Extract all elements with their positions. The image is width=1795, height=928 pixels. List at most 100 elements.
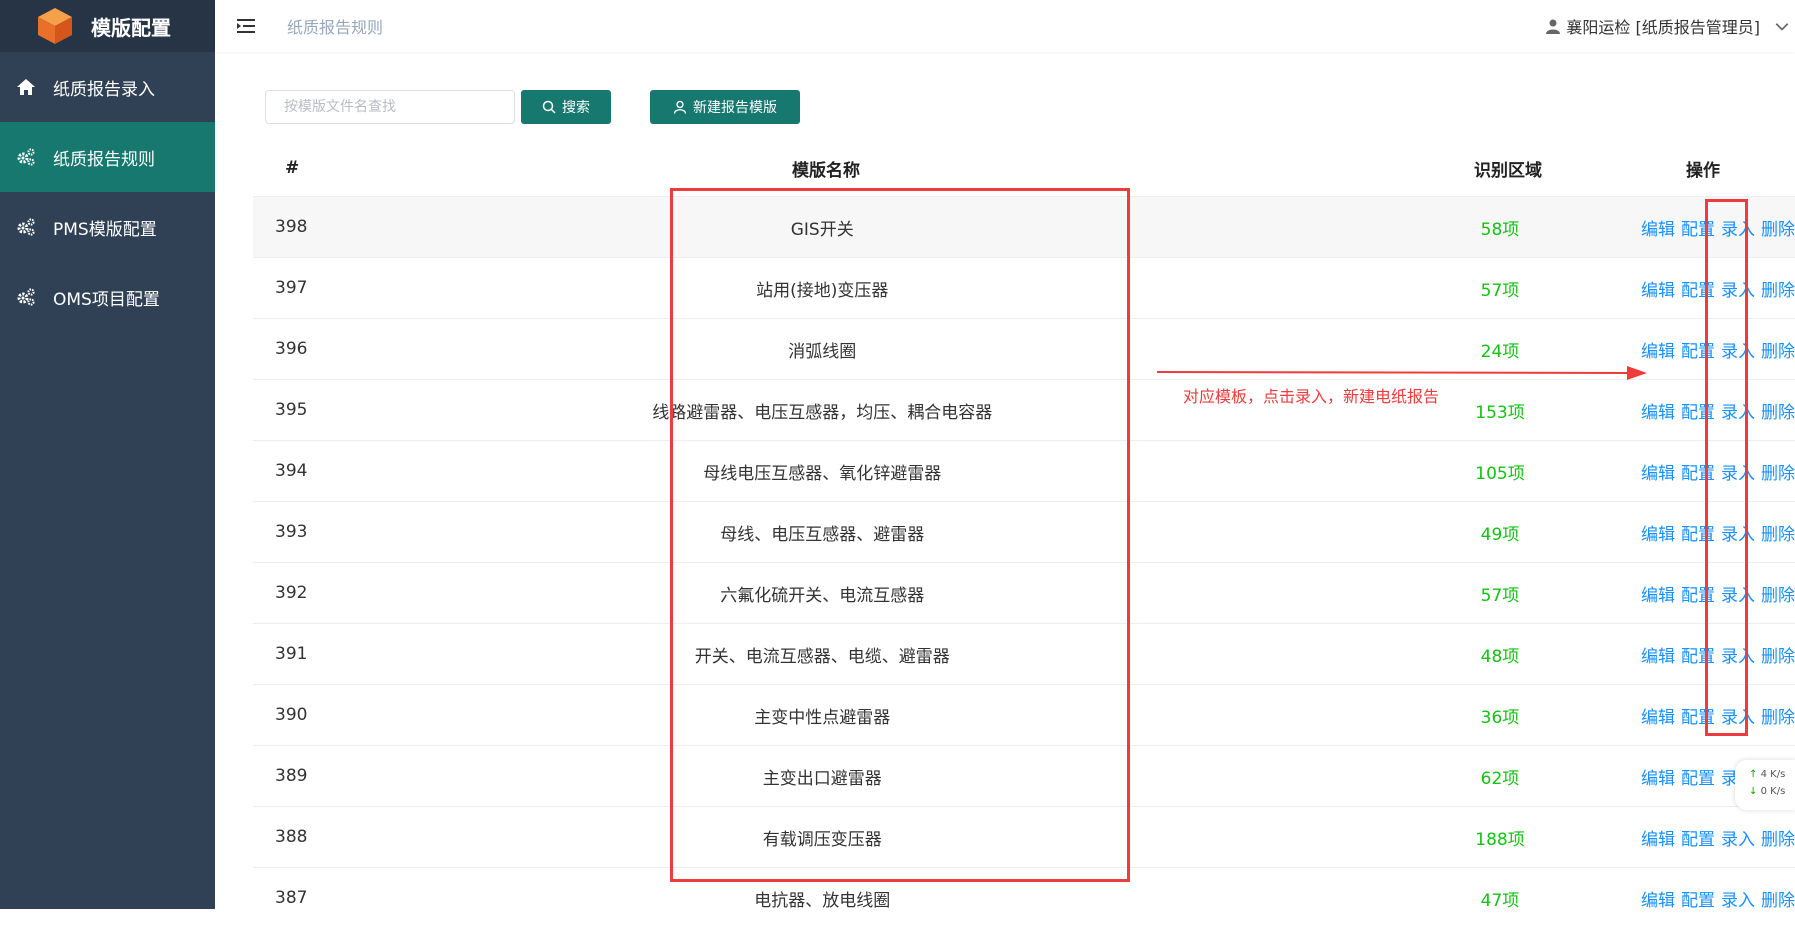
enter-link[interactable]: 录入 <box>1721 825 1755 850</box>
row-template-name: GIS开关 <box>790 219 854 240</box>
config-link[interactable]: 配置 <box>1681 520 1715 545</box>
enter-link[interactable]: 录入 <box>1721 581 1755 606</box>
edit-link[interactable]: 编辑 <box>1641 886 1675 911</box>
sidebar-item-label: PMS模版配置 <box>53 219 157 240</box>
gears-icon <box>15 286 37 308</box>
table-row: 388 有载调压变压器 188项 编辑 配置 录入 删除 <box>253 806 1795 867</box>
enter-link[interactable]: 录入 <box>1721 276 1755 301</box>
logo-bar: 模版配置 <box>0 0 215 52</box>
enter-link[interactable]: 录入 <box>1721 703 1755 728</box>
delete-link[interactable]: 删除 <box>1761 642 1795 667</box>
edit-link[interactable]: 编辑 <box>1641 703 1675 728</box>
delete-link[interactable]: 删除 <box>1761 398 1795 423</box>
edit-link[interactable]: 编辑 <box>1641 581 1675 606</box>
config-link[interactable]: 配置 <box>1681 337 1715 362</box>
delete-link[interactable]: 删除 <box>1761 276 1795 301</box>
delete-link[interactable]: 删除 <box>1761 459 1795 484</box>
sidebar-item-3[interactable]: PMS模版配置 <box>0 192 215 262</box>
edit-link[interactable]: 编辑 <box>1641 276 1675 301</box>
row-index: 387 <box>275 888 308 908</box>
search-button-label: 搜索 <box>562 99 590 115</box>
table-row: 395 线路避雷器、电压互感器，均压、耦合电容器 153项 编辑 配置 录入 删除 <box>253 379 1795 440</box>
sidebar-item-1[interactable]: 纸质报告录入 <box>0 52 215 122</box>
row-area-count: 188项 <box>1475 829 1525 850</box>
delete-link[interactable]: 删除 <box>1761 337 1795 362</box>
template-table: # 模版名称 识别区域 操作 398 GIS开关 58项 编辑 配置 录入 删除 397 站用(… <box>253 140 1795 928</box>
sidebar-item-2[interactable]: 纸质报告规则 <box>0 122 215 192</box>
row-area-count: 105项 <box>1475 463 1525 484</box>
search-button[interactable]: 搜索 <box>521 90 611 124</box>
sidebar-item-4[interactable]: OMS项目配置 <box>0 262 215 332</box>
delete-link[interactable]: 删除 <box>1761 581 1795 606</box>
new-template-button[interactable]: 新建报告模版 <box>650 90 800 124</box>
enter-link[interactable]: 录入 <box>1721 459 1755 484</box>
config-link[interactable]: 配置 <box>1681 459 1715 484</box>
delete-link[interactable]: 删除 <box>1761 520 1795 545</box>
enter-link[interactable]: 录入 <box>1721 215 1755 240</box>
row-operations: 编辑配置录入删除 <box>1641 215 1795 240</box>
row-area-count: 47项 <box>1480 890 1520 911</box>
enter-link[interactable]: 录入 <box>1721 642 1755 667</box>
user-icon <box>1546 19 1561 34</box>
table-row: 394 母线电压互感器、氧化锌避雷器 105项 编辑 配置 录入 删除 <box>253 440 1795 501</box>
search-icon <box>542 100 556 114</box>
app-title: 模版配置 <box>91 15 171 40</box>
edit-link[interactable]: 编辑 <box>1641 398 1675 423</box>
enter-link[interactable]: 录入 <box>1721 886 1755 911</box>
enter-link[interactable]: 录入 <box>1721 398 1755 423</box>
edit-link[interactable]: 编辑 <box>1641 337 1675 362</box>
edit-link[interactable]: 编辑 <box>1641 825 1675 850</box>
edit-link[interactable]: 编辑 <box>1641 642 1675 667</box>
edit-link[interactable]: 编辑 <box>1641 215 1675 240</box>
delete-link[interactable]: 删除 <box>1761 703 1795 728</box>
menu-fold-icon[interactable] <box>235 15 257 37</box>
delete-link[interactable]: 删除 <box>1761 825 1795 850</box>
table-row: 390 主变中性点避雷器 36项 编辑 配置 录入 删除 <box>253 684 1795 745</box>
edit-link[interactable]: 编辑 <box>1641 764 1675 789</box>
config-link[interactable]: 配置 <box>1681 703 1715 728</box>
edit-link[interactable]: 编辑 <box>1641 520 1675 545</box>
annotation-text: 对应模板，点击录入，新建电纸报告 <box>1183 387 1440 406</box>
row-area-count: 62项 <box>1480 768 1520 789</box>
config-link[interactable]: 配置 <box>1681 276 1715 301</box>
row-area-count: 24项 <box>1480 341 1520 362</box>
row-operations: 编辑配置录入删除 <box>1641 337 1795 362</box>
table-row: 392 六氟化硫开关、电流互感器 57项 编辑 配置 录入 删除 <box>253 562 1795 623</box>
config-link[interactable]: 配置 <box>1681 764 1715 789</box>
config-link[interactable]: 配置 <box>1681 215 1715 240</box>
enter-link[interactable]: 录入 <box>1721 337 1755 362</box>
sidebar-item-label: OMS项目配置 <box>53 289 160 310</box>
config-link[interactable]: 配置 <box>1681 398 1715 423</box>
config-link[interactable]: 配置 <box>1681 642 1715 667</box>
header-index: # <box>285 158 300 178</box>
header-name: 模版名称 <box>792 160 860 181</box>
row-operations: 编辑配置录入删除 <box>1641 520 1795 545</box>
new-template-label: 新建报告模版 <box>693 99 777 115</box>
config-link[interactable]: 配置 <box>1681 886 1715 911</box>
sidebar: 模版配置 纸质报告录入纸质报告规则 PMS模版配置 OMS项目配置 <box>0 0 215 909</box>
row-operations: 编辑配置录入删除 <box>1641 459 1795 484</box>
config-link[interactable]: 配置 <box>1681 581 1715 606</box>
table-row: 389主变出口避雷器62项编辑配置录入删除 <box>253 745 1795 806</box>
enter-link[interactable]: 录入 <box>1721 520 1755 545</box>
row-area-count: 57项 <box>1480 280 1520 301</box>
row-operations: 编辑配置录入删除 <box>1641 276 1795 301</box>
row-index: 395 <box>275 400 308 420</box>
sidebar-item-label: 纸质报告录入 <box>53 79 155 100</box>
row-template-name: 主变中性点避雷器 <box>754 707 891 728</box>
delete-link[interactable]: 删除 <box>1761 886 1795 911</box>
user-menu[interactable]: 襄阳运检 [纸质报告管理员] <box>1545 14 1795 38</box>
row-operations: 编辑配置录入删除 <box>1641 825 1795 850</box>
net-speed-widget: ↑ 4 K/s ↓ 0 K/s <box>1735 760 1795 810</box>
row-operations: 编辑配置录入删除 <box>1641 581 1795 606</box>
delete-link[interactable]: 删除 <box>1761 215 1795 240</box>
header-ops: 操作 <box>1686 160 1720 181</box>
row-operations: 编辑配置录入删除 <box>1641 642 1795 667</box>
chevron-down-icon <box>1775 23 1789 31</box>
home-icon <box>15 76 37 98</box>
user-add-icon <box>673 100 687 114</box>
edit-link[interactable]: 编辑 <box>1641 459 1675 484</box>
config-link[interactable]: 配置 <box>1681 825 1715 850</box>
search-input[interactable] <box>265 90 515 124</box>
download-speed: 0 <box>1760 786 1767 797</box>
